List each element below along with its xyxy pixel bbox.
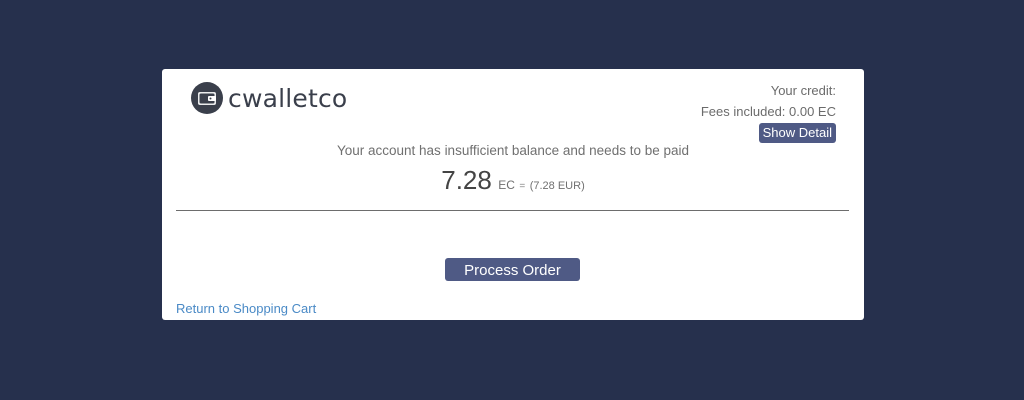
amount-equals: = xyxy=(519,181,526,192)
amount-unit: EC xyxy=(498,178,515,192)
credit-info: Your credit: Fees included: 0.00 EC Show… xyxy=(701,80,836,143)
divider xyxy=(176,210,849,211)
wallet-icon xyxy=(190,81,224,115)
payment-card: cwalletco Your credit: Fees included: 0.… xyxy=(162,69,864,320)
return-to-cart-link[interactable]: Return to Shopping Cart xyxy=(176,301,316,316)
amount-line: 7.28 EC = (7.28 EUR) xyxy=(162,165,864,196)
amount-fiat: (7.28 EUR) xyxy=(529,180,585,192)
fees-label: Fees included: 0.00 EC xyxy=(700,104,836,119)
balance-message: Your account has insufficient balance an… xyxy=(336,143,689,158)
your-credit-label: Your credit: xyxy=(770,83,836,98)
brand-name: cwalletco xyxy=(228,83,348,113)
process-order-button[interactable]: Process Order xyxy=(445,258,580,281)
brand-logo: cwalletco xyxy=(190,80,347,116)
amount-value: 7.28 xyxy=(441,165,492,195)
show-detail-button[interactable]: Show Detail xyxy=(758,123,836,143)
